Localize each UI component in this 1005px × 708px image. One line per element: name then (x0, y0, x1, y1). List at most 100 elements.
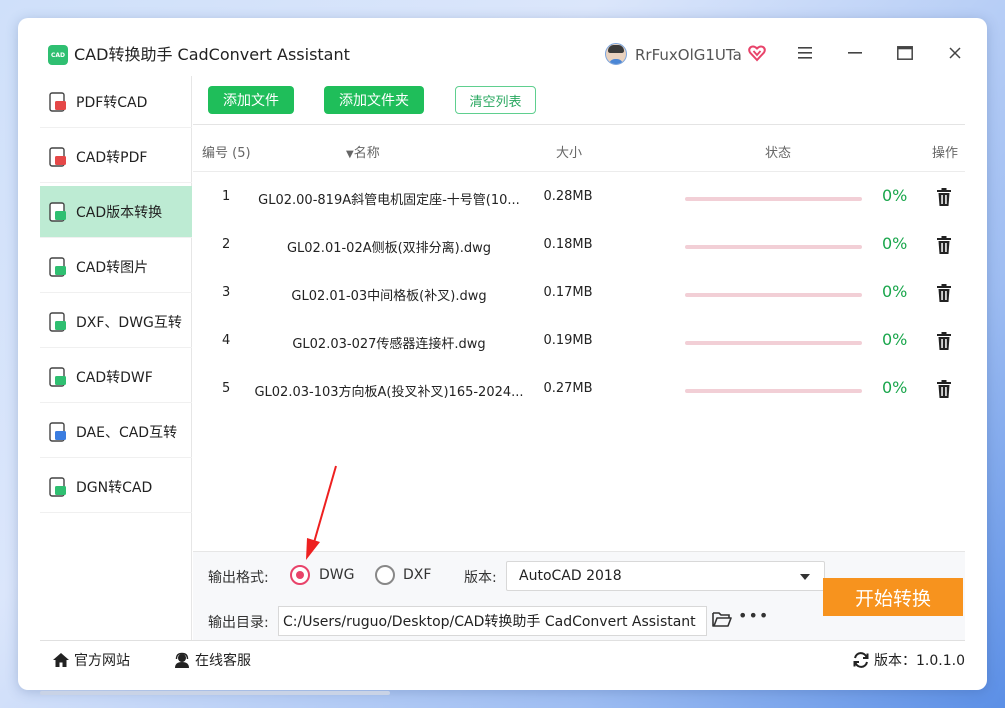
sidebar-item-label: PDF转CAD (76, 94, 148, 111)
row-number: 5 (222, 381, 231, 396)
row-file-size: 0.17MB (543, 285, 593, 300)
sidebar-item-label: DAE、CAD互转 (76, 424, 178, 441)
sidebar-item-pdf-to-cad[interactable]: PDF转CAD (40, 76, 192, 128)
sidebar-item-label: CAD转图片 (76, 259, 149, 276)
row-file-size: 0.19MB (543, 333, 593, 348)
output-dir-input[interactable] (278, 606, 707, 636)
pdf-icon (49, 91, 67, 112)
row-number: 1 (222, 189, 231, 204)
row-percent: 0% (882, 378, 908, 397)
row-progress-bar (685, 389, 862, 393)
official-website-label: 官方网站 (74, 653, 130, 669)
row-file-size: 0.18MB (543, 237, 593, 252)
row-number: 2 (222, 237, 231, 252)
online-support-label: 在线客服 (195, 653, 251, 669)
image-icon (49, 256, 67, 277)
version-label: 版本: (464, 570, 497, 586)
user-avatar[interactable] (605, 43, 627, 65)
row-file-size: 0.28MB (543, 189, 593, 204)
refresh-icon (853, 652, 869, 668)
sidebar-item-cad-to-image[interactable]: CAD转图片 (40, 241, 192, 293)
row-progress-bar (685, 293, 862, 297)
sidebar-item-dgn-to-cad[interactable]: DGN转CAD (40, 461, 192, 513)
sidebar-item-label: CAD转PDF (76, 149, 148, 166)
clear-list-button[interactable]: 清空列表 (455, 86, 536, 114)
toolbar-divider (193, 124, 965, 125)
format-option-dxf[interactable]: DXF (403, 567, 431, 583)
vip-heart-icon[interactable] (748, 44, 766, 62)
menu-icon[interactable] (794, 42, 816, 64)
header-divider (193, 171, 965, 172)
row-file-name: GL02.00-819A斜管电机固定座-十号管(10... (258, 193, 520, 208)
app-title: CAD转换助手 CadConvert Assistant (74, 45, 350, 64)
row-file-size: 0.27MB (543, 381, 593, 396)
table-row[interactable]: 1 GL02.00-819A斜管电机固定座-十号管(10... 0.28MB 0… (193, 173, 965, 221)
minimize-icon[interactable] (844, 42, 866, 64)
start-convert-button[interactable]: 开始转换 (823, 578, 963, 616)
col-header-name-label: 名称 (353, 146, 380, 161)
sidebar-item-dxf-dwg[interactable]: DXF、DWG互转 (40, 296, 192, 348)
sidebar-item-cad-to-dwf[interactable]: CAD转DWF (40, 351, 192, 403)
close-icon[interactable] (944, 42, 966, 64)
table-row[interactable]: 3 GL02.01-03中间格板(补叉).dwg 0.17MB 0% (193, 269, 965, 317)
format-radio-dwg[interactable] (290, 565, 310, 585)
official-website-link[interactable]: 官方网站 (52, 650, 130, 670)
col-header-size[interactable]: 大小 (556, 142, 582, 161)
table-row[interactable]: 5 GL02.03-103方向板A(投叉补叉)165-2024... 0.27M… (193, 365, 965, 413)
file-icon (49, 311, 67, 332)
col-header-num[interactable]: 编号 (5) (202, 142, 251, 161)
folder-open-icon[interactable] (712, 610, 732, 628)
delete-trash-icon[interactable] (934, 187, 954, 207)
table-row[interactable]: 4 GL02.03-027传感器连接杆.dwg 0.19MB 0% (193, 317, 965, 365)
row-percent: 0% (882, 234, 908, 253)
footer-bar: 官方网站 在线客服 版本：1.0.1.0 (40, 640, 965, 676)
sidebar: PDF转CAD CAD转PDF CAD版本转换 CAD转图片 DXF、DWG互转 (40, 76, 192, 640)
chevron-down-icon (800, 574, 810, 580)
sidebar-item-label: DGN转CAD (76, 479, 153, 496)
row-progress-bar (685, 245, 862, 249)
home-icon (53, 653, 69, 667)
row-percent: 0% (882, 282, 908, 301)
row-number: 3 (222, 285, 231, 300)
col-header-status: 状态 (765, 146, 792, 161)
app-logo: CAD (48, 45, 68, 65)
sidebar-item-dae-cad[interactable]: DAE、CAD互转 (40, 406, 192, 458)
more-options-icon[interactable]: ••• (738, 608, 768, 628)
title-bar: CAD CAD转换助手 CadConvert Assistant RrFuxOl… (18, 18, 987, 76)
add-file-button[interactable]: 添加文件 (208, 86, 294, 114)
delete-trash-icon[interactable] (934, 331, 954, 351)
version-select-value: AutoCAD 2018 (519, 568, 622, 584)
delete-trash-icon[interactable] (934, 283, 954, 303)
table-row[interactable]: 2 GL02.01-02A侧板(双排分离).dwg 0.18MB 0% (193, 221, 965, 269)
row-progress-bar (685, 197, 862, 201)
horizontal-scrollbar[interactable] (40, 691, 390, 695)
delete-trash-icon[interactable] (934, 235, 954, 255)
online-support-link[interactable]: 在线客服 (173, 650, 251, 670)
sort-down-icon: ▼ (346, 149, 354, 160)
row-percent: 0% (882, 186, 908, 205)
version-select[interactable]: AutoCAD 2018 (506, 561, 825, 591)
sidebar-item-cad-version[interactable]: CAD版本转换 (40, 186, 192, 238)
sidebar-item-cad-to-pdf[interactable]: CAD转PDF (40, 131, 192, 183)
format-option-dwg[interactable]: DWG (319, 567, 354, 583)
pdf-icon (49, 146, 67, 167)
add-folder-button[interactable]: 添加文件夹 (324, 86, 424, 114)
row-number: 4 (222, 333, 231, 348)
output-format-label: 输出格式: (208, 570, 269, 586)
version-text: 版本：1.0.1.0 (874, 653, 965, 669)
sidebar-item-label: CAD转DWF (76, 369, 153, 386)
app-window: CAD CAD转换助手 CadConvert Assistant RrFuxOl… (18, 18, 987, 690)
version-icon (49, 201, 67, 222)
row-file-name: GL02.01-02A侧板(双排分离).dwg (286, 241, 492, 256)
row-file-name: GL02.03-103方向板A(投叉补叉)165-2024... (254, 385, 524, 400)
row-percent: 0% (882, 330, 908, 349)
format-radio-dxf[interactable] (375, 565, 395, 585)
sidebar-item-label: CAD版本转换 (76, 204, 163, 221)
delete-trash-icon[interactable] (934, 379, 954, 399)
row-progress-bar (685, 341, 862, 345)
username[interactable]: RrFuxOlG1UTa (635, 45, 742, 65)
output-dir-label: 输出目录: (208, 615, 269, 631)
maximize-icon[interactable] (894, 42, 916, 64)
version-info[interactable]: 版本：1.0.1.0 (852, 650, 965, 670)
col-header-name[interactable]: ▼名称 (346, 142, 380, 161)
